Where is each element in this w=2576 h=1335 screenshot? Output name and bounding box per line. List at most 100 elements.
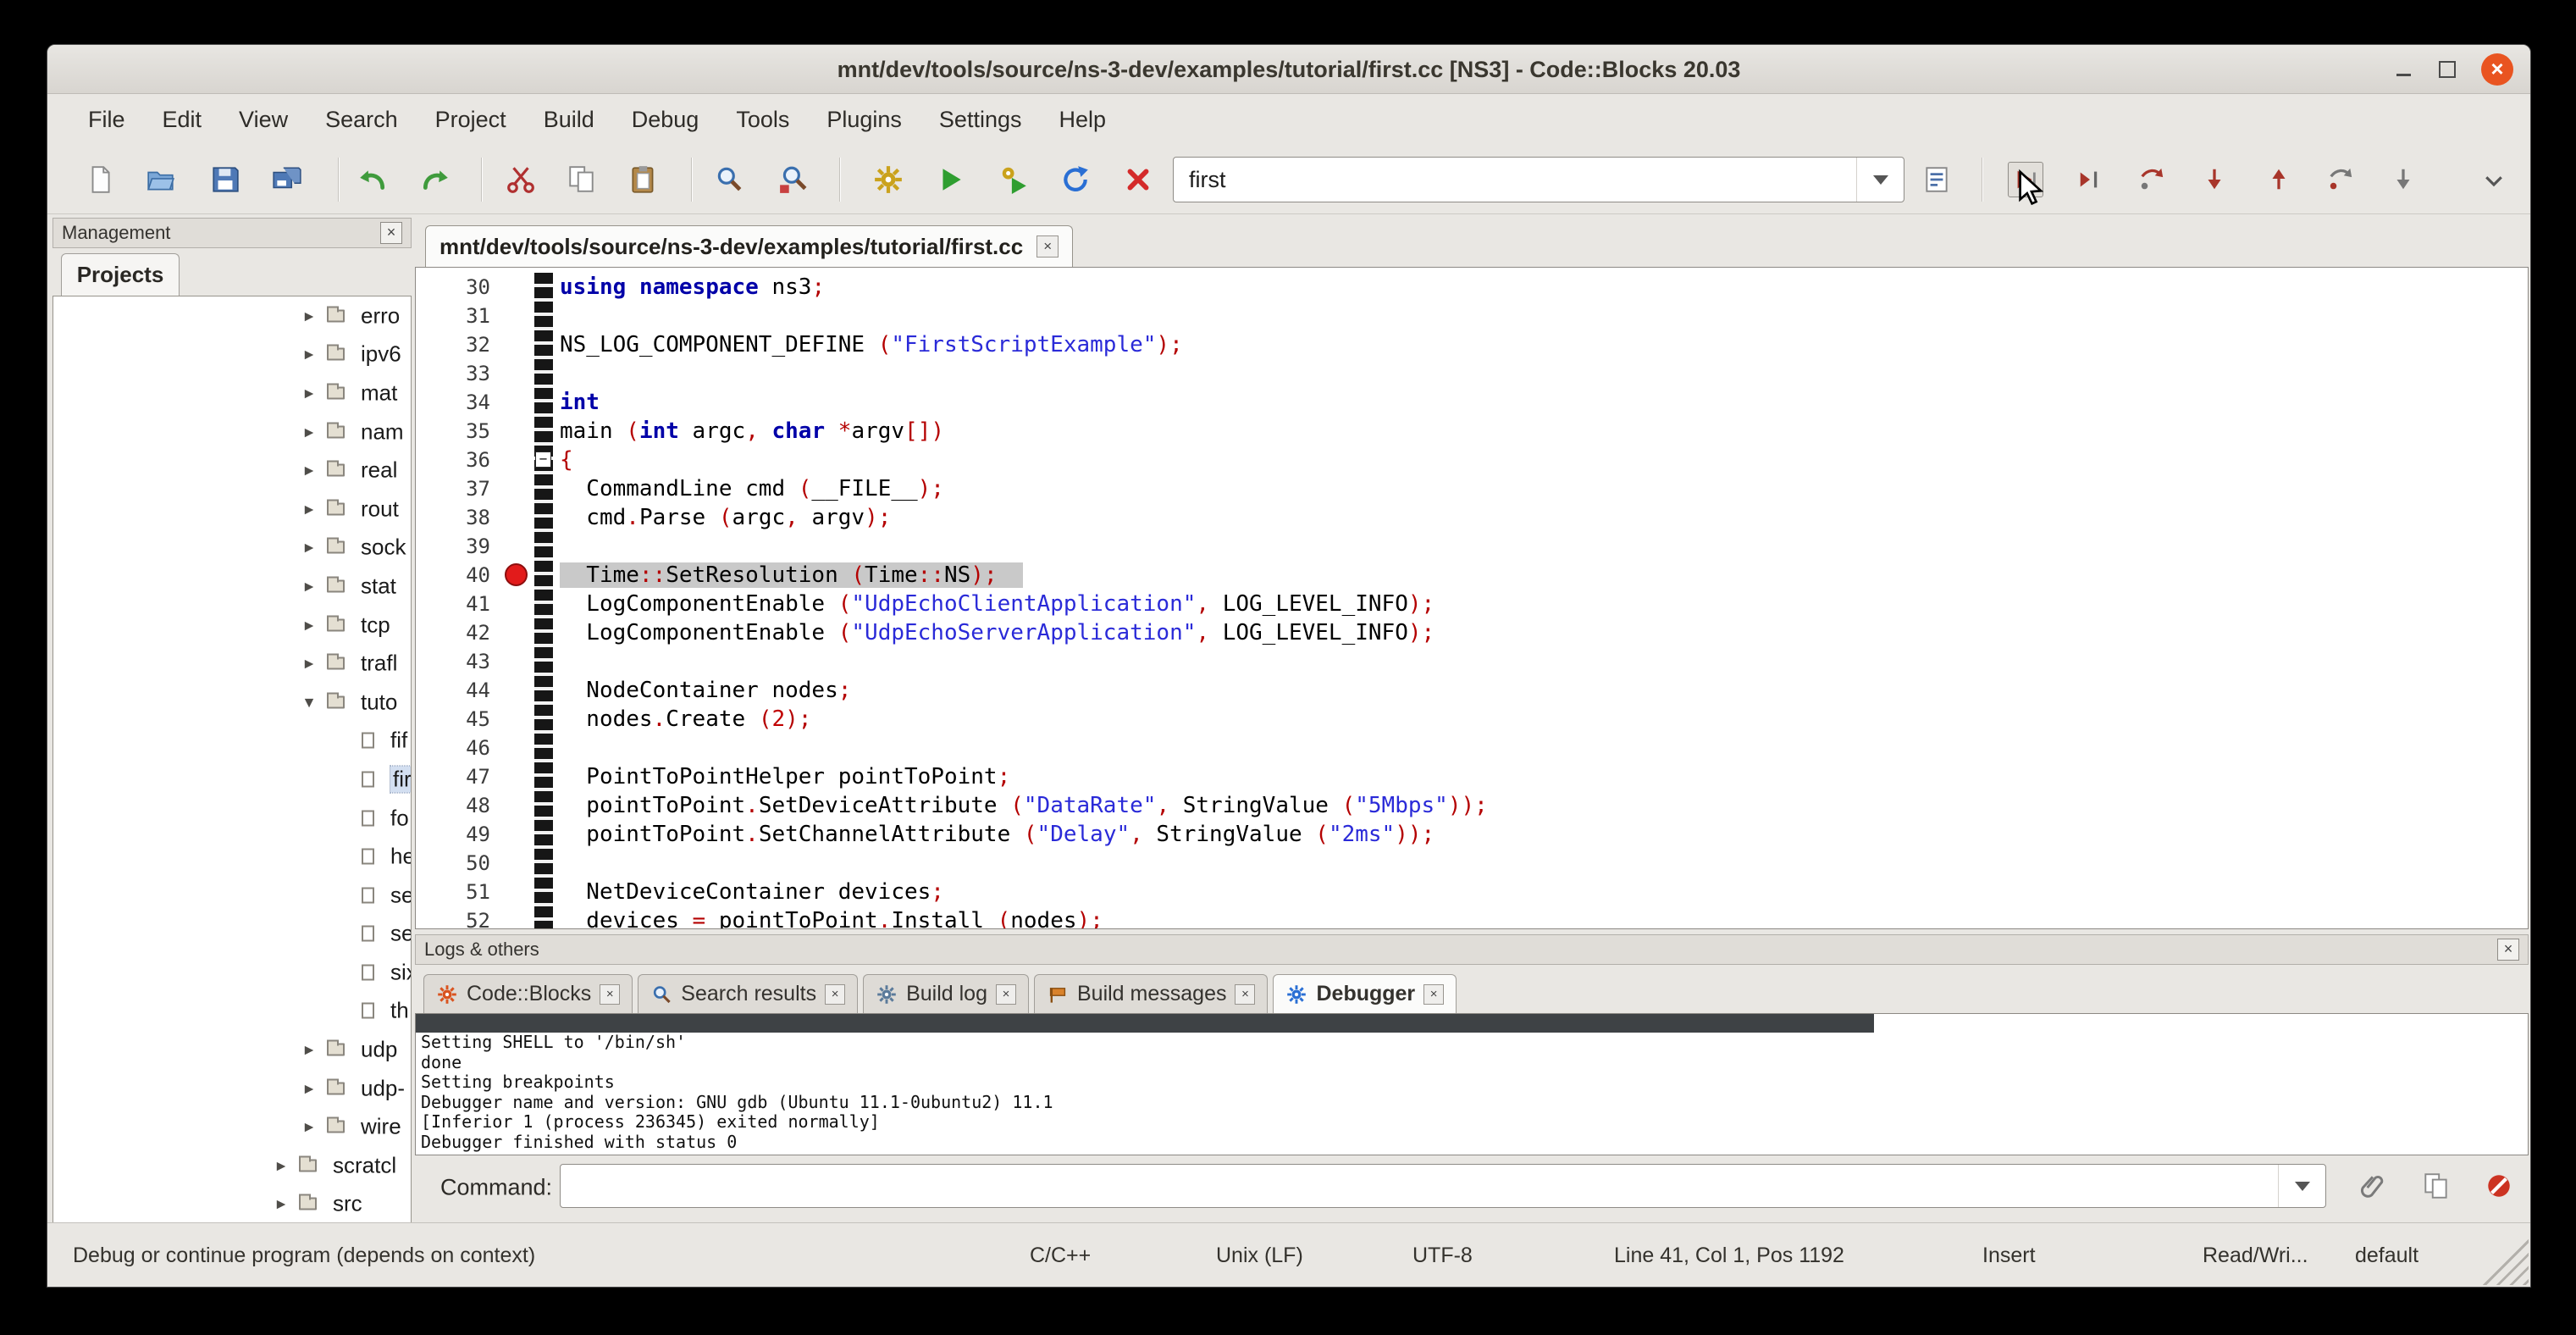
breakpoint-margin[interactable] (500, 302, 534, 330)
breakpoint-margin[interactable] (500, 878, 534, 906)
breakpoint-margin[interactable] (500, 590, 534, 618)
logs-tab-build-log[interactable]: Build log× (863, 974, 1029, 1013)
run-button[interactable] (933, 162, 969, 197)
breakpoint-margin[interactable] (500, 762, 534, 791)
code-line-39[interactable]: 39 (416, 532, 2528, 561)
menu-item-search[interactable]: Search (307, 94, 417, 145)
copy-log-icon[interactable] (2414, 1164, 2458, 1208)
breakpoint-margin[interactable] (500, 417, 534, 446)
code-line-43[interactable]: 43 (416, 647, 2528, 676)
chevron-right-icon[interactable]: ▸ (298, 614, 320, 635)
code-line-30[interactable]: 30using namespace ns3; (416, 273, 2528, 302)
new-file-button[interactable] (82, 162, 118, 197)
selected-log-row[interactable] (416, 1014, 1874, 1033)
breakpoint-margin[interactable] (500, 734, 534, 762)
code-line-42[interactable]: 42 LogComponentEnable ("UdpEchoServerApp… (416, 618, 2528, 647)
breakpoint-margin[interactable] (500, 820, 534, 849)
breakpoint-margin[interactable] (500, 388, 534, 417)
chevron-right-icon[interactable]: ▸ (298, 1039, 320, 1061)
breakpoint-margin[interactable] (500, 474, 534, 503)
breakpoint-margin[interactable] (500, 618, 534, 647)
menu-item-plugins[interactable]: Plugins (808, 94, 920, 145)
code-line-47[interactable]: 47 PointToPointHelper pointToPoint; (416, 762, 2528, 791)
debugger-output[interactable]: Setting SHELL to '/bin/sh'doneSetting br… (415, 1013, 2529, 1155)
toolbar-overflow-chevron-icon[interactable] (2477, 167, 2511, 194)
undo-button[interactable] (355, 162, 390, 197)
close-button[interactable]: × (2481, 53, 2513, 86)
code-line-46[interactable]: 46 (416, 734, 2528, 762)
tree-item-src[interactable]: ▸src (53, 1185, 411, 1224)
tree-item-sock[interactable]: ▸sock (53, 529, 411, 568)
code-line-33[interactable]: 33 (416, 359, 2528, 388)
tree-item-udp[interactable]: ▸udp- (53, 1069, 411, 1108)
chevron-right-icon[interactable]: ▸ (270, 1155, 292, 1176)
code-line-38[interactable]: 38 cmd.Parse (argc, argv); (416, 503, 2528, 532)
logs-tab-search-results[interactable]: Search results× (638, 974, 858, 1013)
chevron-right-icon[interactable]: ▸ (298, 653, 320, 674)
code-line-31[interactable]: 31 (416, 302, 2528, 330)
next-instruction-button[interactable] (2323, 162, 2358, 197)
chevron-right-icon[interactable]: ▸ (298, 382, 320, 403)
maximize-button[interactable] (2439, 61, 2456, 78)
code-line-41[interactable]: 41 LogComponentEnable ("UdpEchoClientApp… (416, 590, 2528, 618)
logs-close-icon[interactable]: × (2497, 939, 2519, 961)
code-line-49[interactable]: 49 pointToPoint.SetChannelAttribute ("De… (416, 820, 2528, 849)
editor-tab-first-cc[interactable]: mnt/dev/tools/source/ns-3-dev/examples/t… (425, 225, 1073, 267)
menu-item-file[interactable]: File (69, 94, 144, 145)
code-line-44[interactable]: 44 NodeContainer nodes; (416, 676, 2528, 705)
chevron-right-icon[interactable]: ▸ (298, 305, 320, 326)
abort-build-button[interactable] (1120, 162, 1156, 197)
breakpoint-margin[interactable] (500, 330, 534, 359)
code-line-48[interactable]: 48 pointToPoint.SetDeviceAttribute ("Dat… (416, 791, 2528, 820)
close-tab-icon[interactable]: × (1423, 984, 1444, 1005)
replace-button[interactable] (776, 162, 811, 197)
chevron-right-icon[interactable]: ▸ (298, 460, 320, 481)
code-line-34[interactable]: 34int (416, 388, 2528, 417)
menu-item-debug[interactable]: Debug (613, 94, 718, 145)
breakpoint-margin[interactable] (500, 503, 534, 532)
close-tab-icon[interactable]: × (996, 984, 1016, 1005)
close-tab-icon[interactable]: × (825, 984, 845, 1005)
breakpoint-margin[interactable] (500, 705, 534, 734)
code-line-36[interactable]: 36−{ (416, 446, 2528, 474)
tree-item-se[interactable]: se (53, 876, 411, 915)
tree-item-he[interactable]: he (53, 837, 411, 876)
menu-item-edit[interactable]: Edit (144, 94, 221, 145)
menu-item-build[interactable]: Build (525, 94, 613, 145)
step-into-button[interactable] (2197, 162, 2232, 197)
menu-item-help[interactable]: Help (1040, 94, 1125, 145)
menu-item-tools[interactable]: Tools (717, 94, 808, 145)
code-editor[interactable]: 30using namespace ns3;3132NS_LOG_COMPONE… (415, 267, 2529, 929)
save-all-button[interactable] (269, 162, 305, 197)
logs-tab-debugger[interactable]: Debugger× (1273, 974, 1457, 1013)
menu-item-view[interactable]: View (220, 94, 307, 145)
title-bar[interactable]: mnt/dev/tools/source/ns-3-dev/examples/t… (47, 45, 2530, 94)
open-file-button[interactable] (143, 162, 179, 197)
chevron-down-icon[interactable]: ▾ (298, 691, 320, 712)
chevron-right-icon[interactable]: ▸ (298, 575, 320, 596)
chevron-right-icon[interactable]: ▸ (298, 421, 320, 442)
run-to-cursor-button[interactable] (2072, 162, 2108, 197)
build-target-combobox[interactable]: first (1173, 157, 1904, 202)
attach-file-icon[interactable] (2352, 1164, 2396, 1208)
resize-grip[interactable] (2481, 1238, 2529, 1285)
close-tab-icon[interactable]: × (1235, 984, 1255, 1005)
combo-dropdown-icon[interactable] (1856, 158, 1904, 202)
tree-item-fir[interactable]: fir (53, 760, 411, 799)
save-button[interactable] (207, 162, 243, 197)
redo-button[interactable] (417, 162, 453, 197)
chevron-right-icon[interactable]: ▸ (298, 498, 320, 519)
tree-item-nam[interactable]: ▸nam (53, 413, 411, 451)
code-line-51[interactable]: 51 NetDeviceContainer devices; (416, 878, 2528, 906)
tree-item-tcp[interactable]: ▸tcp (53, 606, 411, 645)
tree-item-fif[interactable]: fif (53, 722, 411, 761)
build-button[interactable] (871, 162, 906, 197)
breakpoint-margin[interactable] (500, 532, 534, 561)
fold-collapse-icon[interactable]: − (535, 451, 551, 468)
code-line-52[interactable]: 52 devices = pointToPoint.Install (nodes… (416, 906, 2528, 929)
breakpoint-margin[interactable] (500, 561, 534, 590)
tree-item-rout[interactable]: ▸rout (53, 490, 411, 529)
tree-item-ipv6[interactable]: ▸ipv6 (53, 335, 411, 374)
breakpoint-margin[interactable] (500, 359, 534, 388)
tree-item-se[interactable]: se (53, 915, 411, 954)
